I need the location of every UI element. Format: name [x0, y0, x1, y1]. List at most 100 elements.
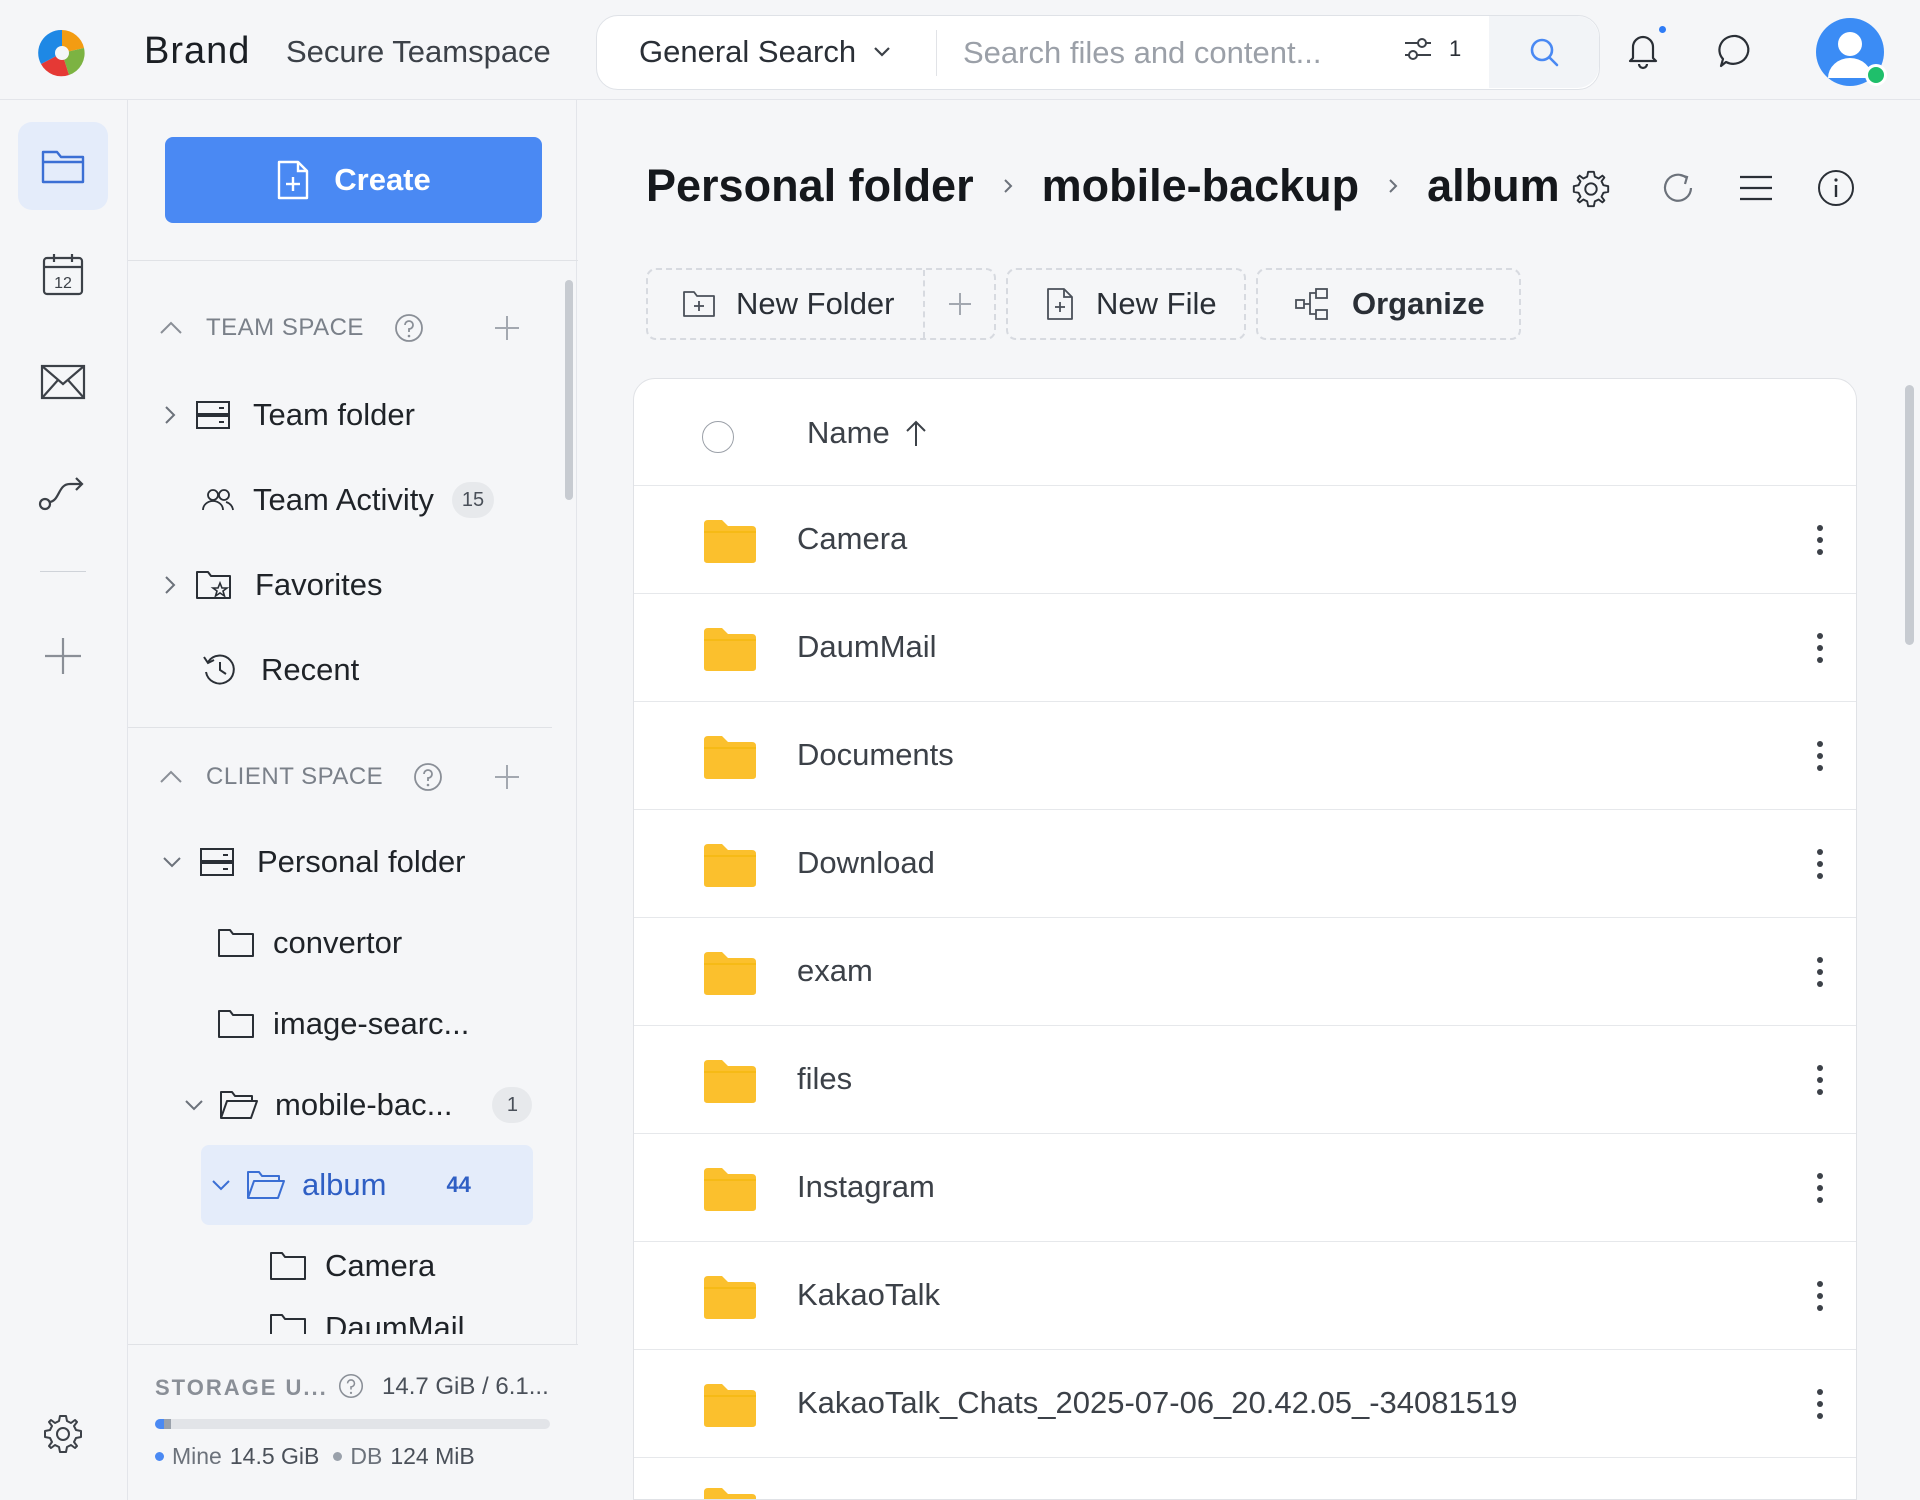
create-button[interactable]: Create [165, 137, 542, 223]
db-value: 124 MiB [390, 1443, 475, 1469]
rail-files[interactable] [18, 122, 108, 210]
new-file-button[interactable]: New File [1006, 268, 1246, 340]
file-name: KakaoTalk [797, 1277, 941, 1312]
new-folder-more-button[interactable] [925, 291, 994, 317]
search-scope-dropdown[interactable]: General Search [639, 34, 892, 70]
rail-settings[interactable] [18, 1390, 108, 1478]
hierarchy-icon [1294, 287, 1330, 321]
file-row[interactable]: KakaoTalk [634, 1242, 1856, 1350]
refresh-icon[interactable] [1658, 168, 1698, 208]
server-icon [195, 399, 231, 431]
folder-icon [702, 842, 758, 888]
folder-settings-gear-icon[interactable] [1570, 168, 1612, 210]
team-space-title: TEAM SPACE [206, 314, 364, 341]
sidebar-scrollbar[interactable] [565, 280, 573, 500]
file-row[interactable]: files [634, 1026, 1856, 1134]
main-content: Personal folder mobile-backup album New … [578, 100, 1920, 1500]
file-row[interactable]: Documents [634, 702, 1856, 810]
star-folder-icon [195, 568, 233, 602]
chevron-up-icon [158, 769, 184, 785]
file-row-partial[interactable] [634, 1458, 1856, 1499]
main-scrollbar[interactable] [1905, 385, 1914, 645]
storage-legend: Mine 14.5 GiB DB 124 MiB [155, 1443, 475, 1470]
file-row[interactable]: exam [634, 918, 1856, 1026]
folder-count-badge: 1 [492, 1087, 533, 1123]
plus-icon [43, 636, 83, 676]
search-filter-button[interactable]: 1 [1403, 36, 1461, 62]
file-row[interactable]: Download [634, 810, 1856, 918]
more-options-icon[interactable] [1808, 846, 1832, 882]
folder-icon [702, 518, 758, 564]
file-row[interactable]: Camera [634, 486, 1856, 594]
sidebar-item-camera[interactable]: Camera [269, 1235, 435, 1297]
sidebar-item-mobile-backup[interactable]: mobile-bac... 1 [183, 1074, 533, 1136]
folder-icon [40, 146, 86, 186]
file-row[interactable]: Instagram [634, 1134, 1856, 1242]
sidebar-item-daummail[interactable]: DaumMail [269, 1312, 465, 1334]
info-icon[interactable] [1816, 168, 1856, 208]
client-space-header[interactable]: CLIENT SPACE [158, 757, 443, 797]
sidebar-item-convertor[interactable]: convertor [217, 912, 402, 974]
calendar-icon: 12 [41, 251, 85, 297]
sidebar-item-team-activity[interactable]: Team Activity 15 [201, 469, 495, 531]
breadcrumb-current[interactable]: album [1427, 160, 1560, 212]
new-folder-button[interactable]: New Folder [648, 270, 925, 338]
search-button[interactable] [1489, 16, 1599, 88]
storage-label: STORAGE U... [155, 1375, 328, 1400]
sidebar-item-album[interactable]: album 44 [210, 1154, 471, 1216]
create-label: Create [334, 162, 431, 197]
chat-bubble-icon[interactable] [1716, 31, 1756, 71]
add-client-space-plus-icon[interactable] [492, 762, 522, 792]
sort-by-name-button[interactable]: Name [807, 415, 928, 451]
more-options-icon[interactable] [1808, 738, 1832, 774]
sidebar-item-image-search[interactable]: image-searc... [217, 993, 469, 1055]
file-row[interactable]: KakaoTalk_Chats_2025-07-06_20.42.05_-340… [634, 1350, 1856, 1458]
more-options-icon[interactable] [1808, 954, 1832, 990]
list-view-icon[interactable] [1738, 168, 1774, 208]
file-name: Camera [797, 521, 908, 556]
sidebar-item-recent[interactable]: Recent [201, 639, 359, 701]
organize-button[interactable]: Organize [1256, 268, 1521, 340]
search-scope-label: General Search [639, 34, 857, 69]
album-count: 44 [446, 1172, 471, 1197]
help-icon[interactable] [413, 762, 443, 792]
search-input[interactable] [963, 30, 1343, 76]
breadcrumb-item[interactable]: Personal folder [646, 160, 974, 212]
sidebar-item-personal-folder[interactable]: Personal folder [161, 831, 466, 893]
help-icon[interactable] [394, 313, 424, 343]
more-options-icon[interactable] [1808, 1278, 1832, 1314]
add-team-space-plus-icon[interactable] [492, 313, 522, 343]
breadcrumb-item[interactable]: mobile-backup [1042, 160, 1360, 212]
more-options-icon[interactable] [1808, 522, 1832, 558]
file-name: files [797, 1061, 853, 1096]
new-file-icon [1046, 287, 1074, 321]
file-name: Download [797, 845, 935, 880]
sidebar-item-label: image-searc... [273, 1006, 470, 1041]
folder-icon [702, 1382, 758, 1428]
rail-divider [40, 571, 86, 572]
team-space-header[interactable]: TEAM SPACE [158, 308, 424, 348]
more-options-icon[interactable] [1808, 1170, 1832, 1206]
select-all-checkbox[interactable] [702, 421, 734, 453]
sidebar-item-team-folder[interactable]: Team folder [163, 384, 415, 446]
sidebar-item-label: DaumMail [325, 1312, 465, 1334]
file-row[interactable]: DaumMail [634, 594, 1856, 702]
sidebar-item-favorites[interactable]: Favorites [163, 554, 382, 616]
chevron-right-icon [163, 574, 177, 596]
rail-workflow[interactable] [18, 448, 108, 536]
more-options-icon[interactable] [1808, 1386, 1832, 1422]
folder-icon [702, 950, 758, 996]
rail-mail[interactable] [18, 338, 108, 426]
help-icon[interactable] [338, 1373, 364, 1399]
folder-plus-icon [682, 289, 716, 319]
organize-label: Organize [1352, 286, 1485, 321]
brand-logo-icon[interactable] [37, 28, 87, 78]
bell-icon[interactable] [1623, 30, 1663, 70]
rail-calendar[interactable]: 12 [18, 230, 108, 318]
more-options-icon[interactable] [1808, 630, 1832, 666]
folder-icon [702, 1274, 758, 1320]
sidebar-divider [128, 260, 578, 261]
more-options-icon[interactable] [1808, 1062, 1832, 1098]
rail-add-button[interactable] [18, 612, 108, 700]
search-icon [1528, 36, 1560, 68]
